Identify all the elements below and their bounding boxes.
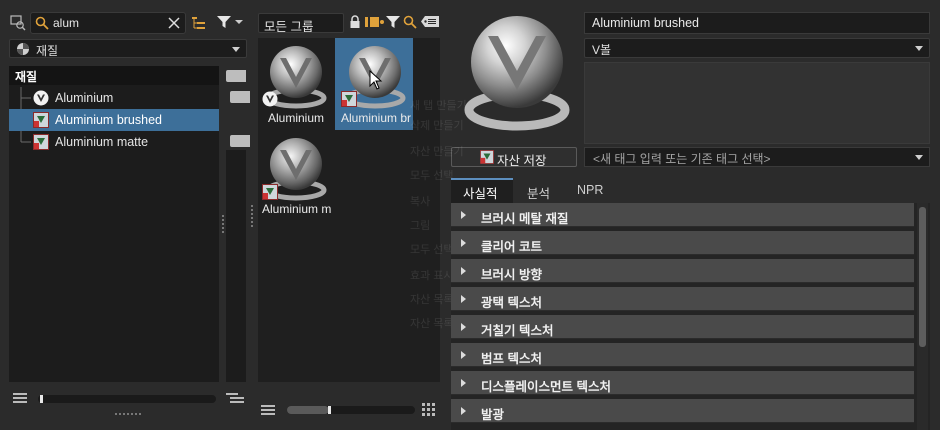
grid-view-icon[interactable] — [422, 403, 435, 419]
search-input[interactable]: alum — [30, 12, 186, 34]
custom-material-icon — [33, 112, 49, 128]
expand-arrow-icon — [461, 239, 466, 247]
preview-type-dropdown[interactable]: V볼 — [584, 38, 930, 58]
zoom-slider[interactable] — [38, 395, 216, 403]
thumbnail-size-thumb[interactable] — [328, 406, 331, 414]
group-filter-icon[interactable] — [386, 15, 400, 32]
chevron-down-icon — [915, 155, 923, 160]
v-material-icon — [33, 90, 49, 106]
thumbnail-size-slider[interactable] — [287, 406, 415, 414]
tree-view-icon[interactable] — [226, 392, 244, 407]
tag-icon[interactable] — [421, 16, 439, 30]
tab-npr[interactable]: NPR — [565, 178, 615, 203]
tag-column — [226, 150, 246, 382]
search-icon — [35, 16, 49, 33]
section-clear-coat[interactable]: 클리어 코트 — [451, 231, 914, 255]
splitter-handle[interactable] — [222, 215, 224, 233]
chevron-down-icon — [915, 46, 923, 51]
section-displacement-texture[interactable]: 디스플레이스먼트 텍스처 — [451, 371, 914, 395]
custom-material-icon — [33, 134, 49, 150]
list-view-icon[interactable] — [261, 404, 275, 419]
tree-item[interactable]: Aluminium — [9, 87, 219, 109]
section-emission[interactable]: 발광 — [451, 399, 914, 423]
expand-arrow-icon — [461, 267, 466, 275]
expand-arrow-icon — [461, 379, 466, 387]
section-bump-texture[interactable]: 범프 텍스처 — [451, 343, 914, 367]
chevron-down-icon — [232, 47, 240, 52]
category-dropdown[interactable]: 재질 — [9, 39, 247, 58]
hierarchy-icon[interactable] — [191, 15, 207, 34]
expand-arrow-icon — [461, 407, 466, 415]
custom-material-badge-icon — [262, 184, 278, 203]
add-group-icon[interactable] — [365, 15, 385, 32]
filter-icon[interactable] — [216, 14, 244, 33]
zoom-slider-thumb[interactable] — [40, 395, 43, 403]
thumbnail-size-fill — [287, 406, 329, 414]
tree-item[interactable]: Aluminium brushed — [9, 109, 219, 131]
material-thumbnail[interactable]: Aluminium — [258, 38, 334, 130]
clear-search-icon[interactable] — [167, 16, 181, 33]
search-value: alum — [53, 16, 80, 30]
lock-icon[interactable] — [349, 15, 361, 32]
tag-tab[interactable] — [230, 135, 250, 147]
tag-tab[interactable] — [226, 70, 246, 82]
mouse-cursor-icon — [369, 69, 383, 93]
section-gloss-texture[interactable]: 광택 텍스처 — [451, 287, 914, 311]
properties-scrollbar[interactable] — [917, 203, 928, 430]
search-settings-icon[interactable] — [10, 15, 26, 34]
preview-type-value: V볼 — [592, 43, 612, 57]
category-dropdown-value: 재질 — [36, 44, 59, 58]
material-thumbnail[interactable]: Aluminium m — [258, 132, 334, 224]
tree-item[interactable]: Aluminium matte — [9, 131, 219, 153]
section-roughness-texture[interactable]: 거칠기 텍스처 — [451, 315, 914, 339]
tag-tab[interactable] — [230, 91, 250, 103]
tab-realistic[interactable]: 사실적 — [451, 178, 513, 203]
expand-arrow-icon — [461, 323, 466, 331]
v-badge-icon — [262, 91, 278, 110]
custom-material-badge-icon — [341, 91, 357, 110]
material-icon — [16, 42, 30, 59]
material-tree: 재질 Aluminium Aluminium brushed Aluminium… — [9, 66, 219, 382]
group-search-icon[interactable] — [403, 15, 417, 32]
expand-arrow-icon — [461, 295, 466, 303]
splitter-handle[interactable] — [251, 205, 253, 227]
expand-arrow-icon — [461, 211, 466, 219]
scrollbar-thumb[interactable] — [919, 207, 926, 347]
expand-arrow-icon — [461, 351, 466, 359]
section-brushed-metal[interactable]: 브러시 메탈 재질 — [451, 203, 914, 227]
list-view-icon[interactable] — [13, 392, 27, 407]
resize-handle[interactable] — [115, 413, 141, 416]
asset-name-field[interactable]: Aluminium brushed — [584, 12, 930, 34]
group-dropdown[interactable]: 모든 그룹 — [258, 13, 344, 34]
tab-analysis[interactable]: 분석 — [515, 178, 562, 203]
section-brush-direction[interactable]: 브러시 방향 — [451, 259, 914, 283]
group-dropdown-value: 모든 그룹 — [264, 20, 314, 34]
